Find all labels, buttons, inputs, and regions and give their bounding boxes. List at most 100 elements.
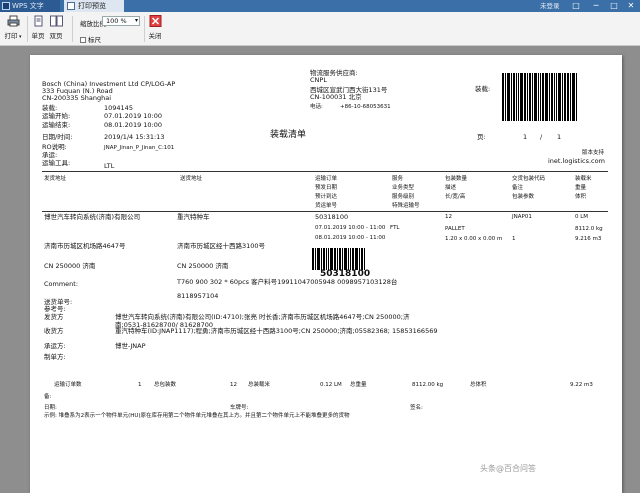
loading-label-top: 装载: <box>475 85 491 93</box>
row-consignee-city: CN 250000 济南 <box>177 262 229 270</box>
field-label-carrier: 承运: <box>42 151 58 159</box>
receiver-value: 重汽特种车(ID:JNAP1117);程勇;济南市历城区经十西路3100号;CN… <box>115 327 438 335</box>
title-bar: WPS 文字 打印预览 未登录 □ ─ □ ✕ <box>0 0 640 12</box>
th-business-type: 业务类型 <box>392 185 415 191</box>
row-pkg-code: JNAP01 <box>512 214 532 220</box>
th-remark: 备注 <box>512 185 524 191</box>
th-volume: 体积 <box>575 194 587 200</box>
carrier-value: 博世-JNAP <box>115 342 146 350</box>
plate-label: 车牌号: <box>230 405 249 411</box>
zoom-select[interactable]: 100 % ▾ <box>102 16 140 26</box>
printer-icon <box>7 15 19 27</box>
page-current: 1 <box>523 133 528 141</box>
field-label-vehicle: 运输工具: <box>42 159 71 167</box>
field-label-start: 运输开始: <box>42 112 71 120</box>
field-label-ro: RO说明: <box>42 143 67 151</box>
th-delivery: 预计到达 <box>315 194 338 200</box>
summary-pkgs-label: 总包装数 <box>154 382 177 388</box>
field-label-end: 运输结束: <box>42 121 71 129</box>
th-weight: 重量 <box>575 185 587 191</box>
close-preview-button[interactable]: 关闭 <box>147 15 163 40</box>
summary-volume-value: 9.22 m3 <box>570 382 593 388</box>
wps-app-tab[interactable]: WPS 文字 <box>0 0 60 12</box>
th-dims: 长/宽/高 <box>445 194 466 200</box>
field-label-datetime: 日期/时间: <box>42 133 73 141</box>
summary-weight-label: 总重量 <box>350 382 367 388</box>
field-value-datetime: 2019/1/4 15:31:13 <box>104 133 165 141</box>
th-service: 服务 <box>392 176 404 182</box>
close-label: 关闭 <box>148 32 162 40</box>
company-line-3: CN-200335 Shanghai <box>42 94 112 102</box>
doc-tab-label: 打印预览 <box>78 2 106 10</box>
barcode-number: 50318100 <box>320 269 371 279</box>
provider-version: 版本支持 <box>582 150 605 156</box>
row-pkg-qty: 1 <box>512 236 516 242</box>
field-value-end: 08.01.2019 10:00 <box>104 121 163 129</box>
summary-weight-value: 8112.00 kg <box>412 382 444 388</box>
row-dims: 1.20 x 0.00 x 0.00 m <box>445 236 503 242</box>
field-value-vehicle: LTL <box>104 162 115 170</box>
chevron-down-icon: ▾ <box>134 17 138 24</box>
row-desc: PALLET <box>445 226 465 232</box>
th-service-level: 服务级别 <box>392 194 415 200</box>
th-pkg-qty: 包装数量 <box>445 176 468 182</box>
minimize-button[interactable]: ─ <box>590 0 602 12</box>
provider-line-3: CN-100031 北京 <box>310 93 362 101</box>
double-page-button[interactable]: 双页 <box>48 15 64 40</box>
provider-site: inet.logistics.com <box>548 157 605 165</box>
th-special: 特殊运输号 <box>392 203 420 209</box>
print-button[interactable]: 打印 ▾ <box>2 15 24 40</box>
maker-label: 制单方: <box>44 353 66 361</box>
row-weight: 8112.0 kg <box>575 226 603 232</box>
summary-pkgs-value: 12 <box>230 382 237 388</box>
row-shipper: 博世汽车转向系统(济南)有限公司 <box>44 213 141 221</box>
comment-label: Comment: <box>44 280 79 288</box>
th-pickup: 预发日期 <box>315 185 338 191</box>
close-icon <box>149 15 161 27</box>
th-ldm: 装载米 <box>575 176 592 182</box>
th-shipper: 发货地址 <box>44 176 67 182</box>
remarks-label: 备: <box>44 394 52 400</box>
th-consignee: 送货地址 <box>180 176 203 182</box>
row-consignee-addr: 济南市历城区经十西路3100号 <box>177 242 266 250</box>
double-page-icon <box>49 15 63 27</box>
maximize-button[interactable]: □ <box>608 0 620 12</box>
th-pkg-code: 交货包装代码 <box>512 176 546 182</box>
field-value-start: 07.01.2019 10:00 <box>104 112 163 120</box>
field-label-load: 装载: <box>42 104 58 112</box>
skin-icon[interactable]: □ <box>570 0 582 12</box>
th-waybill: 货运单号 <box>315 203 338 209</box>
row-volume: 9.216 m3 <box>575 236 602 242</box>
receiver-label: 收货方 <box>44 327 64 335</box>
provider-line-1: CNPL <box>310 76 327 84</box>
app-tab-label: WPS 文字 <box>12 2 44 10</box>
checkbox-box <box>80 37 86 43</box>
close-window-button[interactable]: ✕ <box>625 0 637 12</box>
single-page-button[interactable]: 单页 <box>30 15 46 40</box>
row-pickup: 07.01.2019 10:00 - 11:00 <box>315 225 386 231</box>
ruler-checkbox[interactable]: 标尺 <box>80 34 101 44</box>
phone-value: +86-10-68053631 <box>340 104 391 110</box>
document-title: 装载清单 <box>270 130 307 140</box>
login-status[interactable]: 未登录 <box>540 0 560 12</box>
double-page-label: 双页 <box>49 32 63 40</box>
summary-orders-label: 运输订单数 <box>54 382 82 388</box>
th-desc: 描述 <box>445 185 457 191</box>
ruler-label: 标尺 <box>88 36 101 44</box>
summary-ldm-label: 总装载米 <box>248 382 271 388</box>
summary-volume-label: 总体积 <box>470 382 487 388</box>
single-page-label: 单页 <box>31 32 45 40</box>
footnote: 示例: 堆叠系为2表示一个物件单元(HU)原在库存用第二个物件单元堆叠在其上方。… <box>44 413 350 419</box>
order-barcode <box>312 248 382 270</box>
summary-orders-value: 1 <box>138 382 142 388</box>
row-service: FTL <box>390 225 400 231</box>
row-order: 50318100 <box>315 213 349 221</box>
extra-number: 8118957104 <box>177 292 219 300</box>
page-total: 1 <box>557 133 562 141</box>
watermark: 头条@百合问答 <box>480 464 536 473</box>
print-preview-page: Bosch (China) Investment Ltd CP/LOG-AP 3… <box>30 55 622 493</box>
row-shipper-addr: 济南市历城区机场路4647号 <box>44 242 126 250</box>
page-sep: / <box>540 133 543 141</box>
print-preview-tab[interactable]: 打印预览 <box>64 0 124 12</box>
sender-label: 发货方 <box>44 313 64 321</box>
